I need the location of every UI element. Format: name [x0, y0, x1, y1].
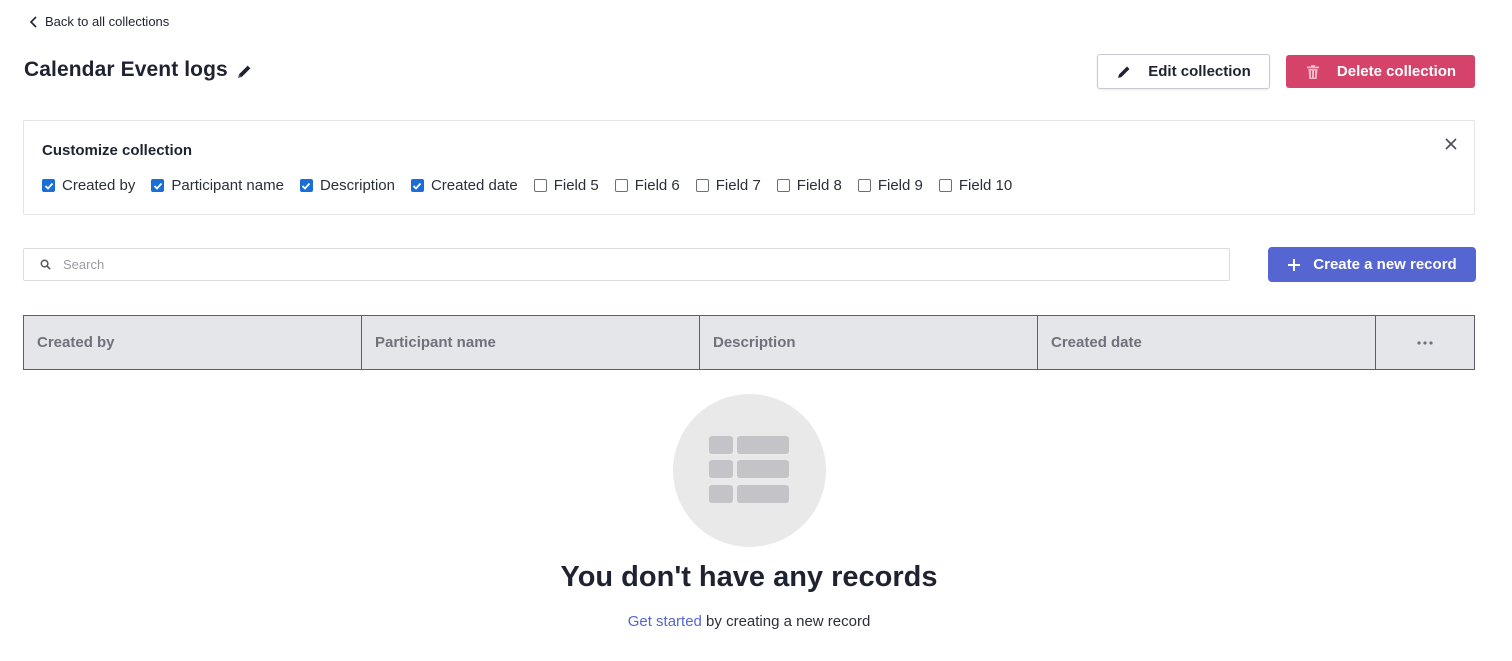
field-toggle-label: Field 10: [958, 177, 1013, 194]
table-header: Created by Participant name Description …: [23, 315, 1475, 370]
empty-state-suffix: by creating a new record: [701, 613, 871, 630]
chevron-left-icon: [29, 15, 37, 28]
checkbox[interactable]: [151, 179, 165, 192]
field-toggle-description[interactable]: Description: [299, 177, 395, 194]
search-input[interactable]: [63, 257, 1163, 272]
customize-title: Customize collection: [42, 142, 193, 159]
column-header-participant-name[interactable]: Participant name: [362, 316, 700, 369]
back-link-label: Back to all collections: [45, 14, 170, 29]
customize-collection-panel: Customize collection Created by Particip…: [23, 120, 1475, 215]
column-header-created-by[interactable]: Created by: [24, 316, 362, 369]
field-toggle-participant-name[interactable]: Participant name: [151, 177, 284, 194]
field-toggle-field-9[interactable]: Field 9: [857, 177, 923, 194]
empty-state-illustration: [673, 394, 826, 547]
field-toggle-field-5[interactable]: Field 5: [533, 177, 599, 194]
checkbox[interactable]: [695, 179, 709, 192]
field-toggle-field-6[interactable]: Field 6: [614, 177, 680, 194]
checkbox[interactable]: [299, 179, 313, 192]
field-toggle-created-date[interactable]: Created date: [410, 177, 518, 194]
checkbox[interactable]: [938, 179, 952, 192]
field-toggle-field-8[interactable]: Field 8: [776, 177, 842, 194]
page-title: Calendar Event logs: [24, 58, 228, 81]
search-icon: [40, 259, 51, 270]
get-started-link[interactable]: Get started: [628, 613, 702, 630]
pencil-icon: [1118, 66, 1130, 78]
plus-icon: [1288, 258, 1301, 271]
field-toggle-created-by[interactable]: Created by: [42, 177, 135, 194]
field-toggle-field-10[interactable]: Field 10: [938, 177, 1013, 194]
checkbox[interactable]: [533, 179, 547, 192]
checkbox[interactable]: [857, 179, 871, 192]
checkbox[interactable]: [614, 179, 628, 192]
checkbox[interactable]: [42, 179, 55, 192]
delete-collection-button[interactable]: Delete collection: [1286, 55, 1475, 88]
back-to-collections-link[interactable]: Back to all collections: [29, 14, 169, 29]
trash-icon: [1306, 64, 1319, 79]
column-header-created-date[interactable]: Created date: [1038, 316, 1376, 369]
field-toggle-field-7[interactable]: Field 7: [695, 177, 761, 194]
checkbox[interactable]: [776, 179, 790, 192]
create-record-label: Create a new record: [1313, 256, 1457, 273]
create-record-button[interactable]: Create a new record: [1268, 247, 1476, 282]
field-toggle-label: Created by: [62, 177, 136, 194]
pencil-icon[interactable]: [236, 63, 253, 80]
field-toggle-label: Participant name: [171, 177, 284, 194]
table-icon: [709, 436, 789, 503]
empty-state-subtitle: Get started by creating a new record: [0, 613, 1498, 630]
field-toggle-label: Field 5: [553, 177, 599, 194]
checkbox[interactable]: [410, 179, 424, 192]
field-toggle-label: Field 8: [796, 177, 842, 194]
edit-collection-button[interactable]: Edit collection: [1097, 54, 1270, 89]
close-icon[interactable]: [1444, 137, 1458, 151]
field-toggle-label: Field 6: [634, 177, 680, 194]
empty-state-title: You don't have any records: [560, 561, 938, 593]
search-box[interactable]: [23, 248, 1230, 281]
field-toggle-label: Description: [319, 177, 395, 194]
delete-collection-label: Delete collection: [1336, 63, 1457, 80]
edit-collection-label: Edit collection: [1148, 63, 1251, 80]
column-options[interactable]: [1376, 316, 1474, 369]
field-toggle-label: Created date: [430, 177, 518, 194]
field-toggle-label: Field 7: [715, 177, 761, 194]
column-header-description[interactable]: Description: [700, 316, 1038, 369]
title-row: Calendar Event logs: [24, 58, 253, 82]
field-toggle-list: Created by Participant name Description …: [42, 177, 1028, 194]
more-horizontal-icon[interactable]: [1417, 340, 1433, 345]
field-toggle-label: Field 9: [877, 177, 923, 194]
